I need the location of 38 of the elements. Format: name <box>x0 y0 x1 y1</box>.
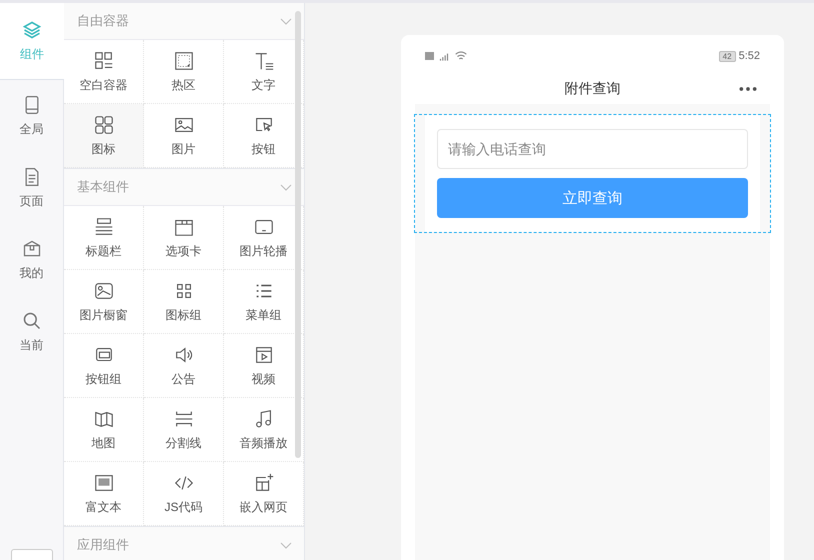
component-tile[interactable]: 图标 <box>64 104 144 168</box>
component-tile[interactable]: 富文本 <box>64 462 144 526</box>
component-tile[interactable]: 地图 <box>64 398 144 462</box>
layers-icon <box>22 20 42 40</box>
component-tile[interactable]: 图标组 <box>144 270 224 334</box>
component-tile[interactable]: 图片 <box>144 104 224 168</box>
chevron-icon <box>280 183 292 191</box>
collapse-button[interactable] <box>10 549 52 560</box>
nav-tab[interactable]: 全局 <box>0 80 63 152</box>
component-tile[interactable]: 按钮组 <box>64 334 144 398</box>
chevron-icon <box>280 17 292 25</box>
scrollbar[interactable] <box>295 11 301 458</box>
section-title: 自由容器 <box>77 12 129 30</box>
component-tile[interactable]: JS代码 <box>144 462 224 526</box>
search-icon <box>22 310 42 330</box>
component-tile[interactable]: 热区 <box>144 40 224 104</box>
nav-tab[interactable]: 当前 <box>0 296 63 368</box>
component-tile[interactable]: 标题栏 <box>64 206 144 270</box>
four-squares-icon <box>92 114 114 136</box>
more-icon <box>738 85 758 93</box>
component-tile[interactable]: 嵌入网页 <box>224 462 304 526</box>
component-tile[interactable]: 公告 <box>144 334 224 398</box>
page-title: 附件查询 <box>564 80 620 98</box>
component-tile[interactable]: 分割线 <box>144 398 224 462</box>
section-title: 基本组件 <box>77 178 129 196</box>
phone-search-field[interactable]: 请输入电话查询 <box>437 129 748 169</box>
grid-icon <box>92 50 114 72</box>
chevron-icon <box>280 541 292 549</box>
hd-icon <box>425 52 434 60</box>
battery-level: 42 <box>718 50 736 62</box>
section-title: 应用组件 <box>77 536 129 554</box>
component-tile[interactable]: 选项卡 <box>144 206 224 270</box>
status-time: 5:52 <box>738 50 760 62</box>
hotspot-icon <box>172 50 194 72</box>
component-tile[interactable]: 图片橱窗 <box>64 270 144 334</box>
box-icon <box>22 238 42 258</box>
nav-tab[interactable]: 我的 <box>0 224 63 296</box>
nav-tab[interactable]: 页面 <box>0 152 63 224</box>
